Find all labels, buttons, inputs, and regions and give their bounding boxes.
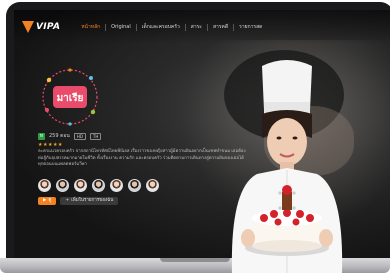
cast-avatar[interactable] [128, 179, 141, 192]
nav-item-knowledge[interactable]: สาระ [184, 23, 207, 31]
play-button[interactable]: ▶ ดู [38, 197, 57, 205]
plus-icon: + [65, 198, 70, 203]
nav-item-kids-family[interactable]: เด็กและครอบครัว [135, 23, 185, 31]
nav-item-home[interactable]: หน้าหลัก [76, 24, 105, 31]
age-rating-badge: ท [38, 132, 45, 140]
episode-count: 259 ตอน [49, 133, 70, 139]
vipa-logo-text: VIPA [36, 22, 61, 32]
add-to-list-label: เพิ่มในรายการของฉัน [71, 198, 114, 203]
show-title-logo: มาเรีย [42, 68, 98, 126]
vipa-logo-icon [22, 21, 34, 33]
cast-avatar[interactable] [56, 179, 69, 192]
vipa-logo[interactable]: VIPA [22, 21, 60, 33]
cast-avatar[interactable] [74, 179, 87, 192]
cast-avatar[interactable] [38, 179, 51, 192]
laptop-mockup: VIPA หน้าหลัก Original เด็กและครอบครัว ส… [0, 0, 390, 273]
cast-avatar[interactable] [110, 179, 123, 192]
nav-item-live[interactable]: รายการสด [233, 23, 267, 31]
nav-item-original[interactable]: Original [105, 23, 136, 31]
star-rating: ★★★★★ [38, 142, 63, 148]
chef-holding-cake-image [231, 60, 343, 273]
show-title-text: มาเรีย [57, 92, 84, 104]
cast-list [38, 179, 159, 192]
quality-tag: HD [73, 132, 86, 140]
hero-actions: ▶ ดู + เพิ่มในรายการของฉัน [38, 197, 119, 205]
cast-avatar[interactable] [146, 179, 159, 192]
show-meta: ท 259 ตอน HD TH [38, 132, 102, 140]
nav-item-documentary[interactable]: สารคดี [207, 23, 233, 31]
language-tag: TH [89, 132, 102, 140]
play-button-label: ดู [48, 198, 52, 203]
cast-avatar[interactable] [92, 179, 105, 192]
add-to-list-button[interactable]: + เพิ่มในรายการของฉัน [60, 197, 119, 205]
top-navigation: VIPA หน้าหลัก Original เด็กและครอบครัว ส… [14, 10, 390, 44]
play-icon: ▶ [43, 198, 47, 203]
